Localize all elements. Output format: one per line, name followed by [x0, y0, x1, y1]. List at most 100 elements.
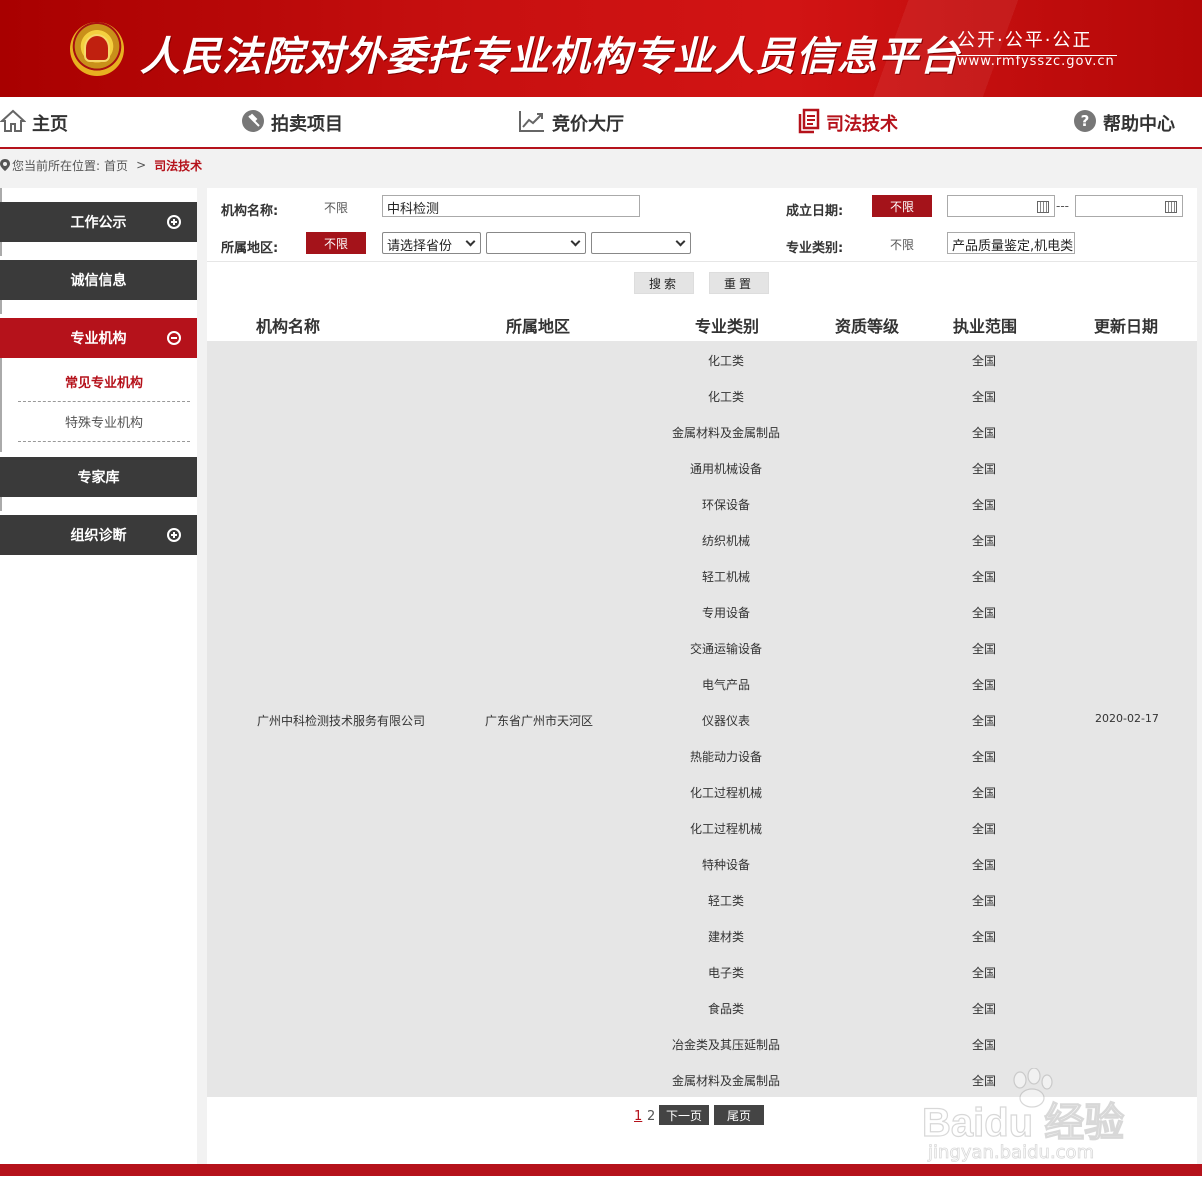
top-navigation: 主页 拍卖项目 竞价大厅 司法技术 ? 帮助中心 — [0, 97, 1202, 149]
breadcrumb-home[interactable]: 首页 — [104, 157, 128, 174]
next-page-button[interactable]: 下一页 — [659, 1105, 709, 1125]
svg-text:?: ? — [1081, 112, 1090, 130]
sidebar-item-work-notice[interactable]: 工作公示 — [0, 202, 197, 242]
baidu-watermark: Baidu 经验 jingyan.baidu.com — [921, 1068, 1162, 1168]
founded-any-button[interactable]: 不限 — [872, 195, 932, 217]
last-page-button[interactable]: 尾页 — [714, 1105, 764, 1125]
category-cell: 化工过程机械 — [689, 786, 762, 800]
category-input[interactable]: 产品质量鉴定,机电类 — [947, 232, 1075, 254]
nav-home-label: 主页 — [32, 114, 68, 135]
sidebar-item-label: 工作公示 — [70, 215, 127, 231]
nav-bidding-label: 竞价大厅 — [552, 114, 624, 135]
sidebar-item-label: 组织诊断 — [70, 528, 127, 544]
category-cell: 化工过程机械 — [689, 822, 762, 836]
org-name-input[interactable]: 中科检测 — [382, 195, 640, 217]
reset-button[interactable]: 重置 — [709, 272, 769, 294]
updated-date-cell: 2020-02-17 — [1095, 712, 1159, 725]
scope-cell: 全国 — [971, 714, 996, 728]
org-name-cell[interactable]: 广州中科检测技术服务有限公司 — [257, 712, 425, 729]
breadcrumb: 您当前所在位置: 首页 > 司法技术 — [0, 155, 202, 175]
filter-divider — [207, 261, 1197, 262]
nav-judicial-tech[interactable]: 司法技术 — [798, 108, 898, 137]
scope-cell: 全国 — [971, 786, 996, 800]
category-cell: 食品类 — [707, 1002, 744, 1016]
table-row[interactable]: 广州中科检测技术服务有限公司 广东省广州市天河区 2020-02-17 化工类全… — [207, 341, 1197, 1097]
nav-help-center[interactable]: ? 帮助中心 — [1073, 109, 1175, 137]
region-cell: 广东省广州市天河区 — [485, 714, 594, 728]
category-cell: 电子类 — [707, 966, 744, 980]
calendar-icon[interactable] — [1037, 201, 1049, 213]
collapse-minus-icon[interactable] — [167, 331, 181, 345]
nav-help-label: 帮助中心 — [1103, 114, 1175, 135]
district-select[interactable] — [591, 232, 691, 254]
scope-cell: 全国 — [971, 642, 996, 656]
scope-cell: 全国 — [971, 606, 996, 620]
sidebar-gap — [0, 300, 197, 314]
watermark-main: Baidu 经验 — [921, 1100, 1125, 1145]
category-cell: 通用机械设备 — [689, 462, 762, 476]
sidebar-item-label: 专家库 — [77, 470, 120, 486]
breadcrumb-current: 司法技术 — [154, 158, 203, 173]
sidebar-gap — [0, 188, 197, 202]
breadcrumb-prefix: 您当前所在位置: — [12, 158, 101, 173]
category-label: 专业类别: — [786, 241, 844, 256]
category-cell: 金属材料及金属制品 — [671, 1074, 780, 1088]
sidebar-item-credit-info[interactable]: 诚信信息 — [0, 260, 197, 300]
category-any-option[interactable]: 不限 — [890, 236, 914, 253]
scope-cell: 全国 — [971, 894, 996, 908]
nav-home[interactable]: 主页 — [0, 109, 68, 137]
org-name-any-option[interactable]: 不限 — [324, 199, 348, 216]
date-range-separator: --- — [1056, 199, 1069, 213]
scope-cell: 全国 — [971, 390, 996, 404]
sidebar-item-org-diagnosis[interactable]: 组织诊断 — [0, 515, 197, 555]
page-2-link[interactable]: 2 — [647, 1109, 655, 1124]
breadcrumb-separator: > — [136, 158, 147, 172]
date-from-input[interactable] — [947, 195, 1055, 217]
footer — [0, 1176, 1202, 1194]
watermark-sub: jingyan.baidu.com — [928, 1142, 1095, 1164]
category-cell: 建材类 — [707, 930, 744, 944]
header-org-name: 机构名称 — [256, 317, 321, 336]
trend-chart-icon — [518, 109, 546, 138]
header-updated: 更新日期 — [1094, 317, 1159, 336]
category-cell: 金属材料及金属制品 — [671, 426, 780, 440]
scope-cell: 全国 — [971, 534, 996, 548]
gavel-icon — [241, 109, 265, 138]
scope-cell: 全国 — [971, 930, 996, 944]
founded-date-label: 成立日期: — [786, 204, 844, 219]
org-name-label: 机构名称: — [221, 204, 279, 219]
sidebar-item-expert-pool[interactable]: 专家库 — [0, 457, 197, 497]
main-panel: 机构名称: 不限 中科检测 成立日期: 不限 --- 所属地区: 不限 请选择省… — [207, 188, 1197, 1164]
category-cell: 纺织机械 — [701, 534, 750, 548]
scope-cell: 全国 — [971, 1038, 996, 1052]
submenu-item-special-orgs[interactable]: 特殊专业机构 — [18, 402, 190, 442]
date-to-input[interactable] — [1075, 195, 1183, 217]
expand-plus-icon[interactable] — [167, 215, 181, 229]
header-category: 专业类别 — [695, 317, 760, 336]
province-select[interactable]: 请选择省份 — [382, 232, 481, 254]
category-cell: 特种设备 — [701, 858, 750, 872]
site-domain: www.rmfysszc.gov.cn — [957, 54, 1115, 69]
sidebar-gap — [0, 242, 197, 256]
nav-bidding-hall[interactable]: 竞价大厅 — [518, 109, 624, 137]
site-title: 人民法院对外委托专业机构专业人员信息平台 — [140, 34, 960, 80]
category-cell: 交通运输设备 — [689, 642, 762, 656]
city-select[interactable] — [486, 232, 586, 254]
search-button[interactable]: 搜索 — [634, 272, 694, 294]
category-cell: 冶金类及其压延制品 — [671, 1038, 780, 1052]
scope-cell: 全国 — [971, 462, 996, 476]
calendar-icon[interactable] — [1165, 201, 1177, 213]
page-1-link[interactable]: 1 — [634, 1109, 642, 1124]
region-any-button[interactable]: 不限 — [306, 232, 366, 254]
category-cell: 化工类 — [707, 390, 744, 404]
category-cell: 化工类 — [707, 354, 744, 368]
scope-cell: 全国 — [971, 354, 996, 368]
nav-auction-label: 拍卖项目 — [271, 114, 343, 135]
scope-cell: 全国 — [971, 966, 996, 980]
expand-plus-icon[interactable] — [167, 528, 181, 542]
nav-auction-projects[interactable]: 拍卖项目 — [241, 109, 343, 137]
header-region: 所属地区 — [506, 317, 571, 336]
category-cell: 热能动力设备 — [689, 750, 762, 764]
submenu-item-common-orgs[interactable]: 常见专业机构 — [18, 362, 190, 402]
sidebar-item-professional-orgs[interactable]: 专业机构 — [0, 318, 197, 358]
